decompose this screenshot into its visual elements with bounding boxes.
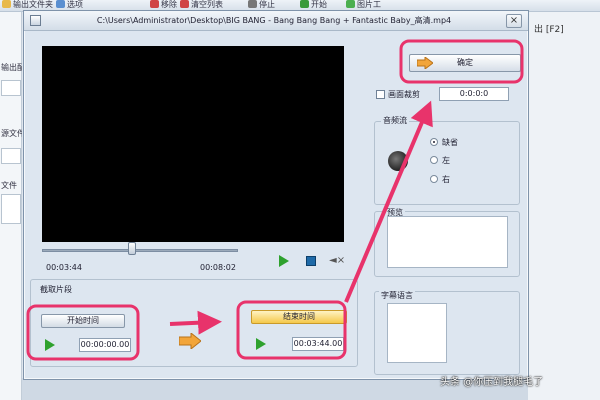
end-time-button[interactable]: 结束时间 (251, 310, 347, 324)
play-icon (279, 255, 289, 267)
crop-field[interactable]: 0:0:0:0 (439, 87, 509, 101)
trim-legend: 截取片段 (38, 284, 74, 295)
stop-button[interactable] (304, 254, 318, 268)
radio-default[interactable] (430, 138, 438, 146)
radio-right-label: 右 (442, 175, 450, 184)
left-panel-button-2[interactable] (1, 148, 21, 164)
arrow-right-icon (179, 333, 201, 349)
subtitle-list[interactable] (387, 303, 447, 363)
dialog-title: C:\Users\Administrator\Desktop\BIG BANG … (96, 16, 452, 25)
background-left-panel: 输出配 源文件 文件 (0, 12, 22, 400)
audio-stream-legend: 音频流 (381, 115, 409, 126)
start-time-button[interactable]: 开始时间 (41, 314, 125, 328)
seek-slider-thumb[interactable] (128, 242, 136, 255)
window-icon (30, 15, 41, 26)
options-icon (56, 0, 65, 8)
seek-track[interactable] (42, 249, 238, 252)
background-right-panel: 出 [F2] (528, 12, 600, 400)
stop-icon (248, 0, 257, 8)
start-time-field[interactable]: 00:00:00.00 (79, 338, 131, 352)
left-label-output-config: 输出配 (1, 63, 22, 72)
right-label-output-shortcut: 出 [F2] (534, 25, 564, 35)
clear-list-icon (180, 0, 189, 8)
radio-default-label: 缺省 (442, 138, 458, 147)
left-label-file: 文件 (1, 181, 17, 190)
remove-icon (150, 0, 159, 8)
left-label-source-file: 源文件 (1, 129, 22, 138)
left-file-list[interactable] (1, 194, 21, 224)
picture-tool-icon (346, 0, 355, 8)
stop-icon (306, 256, 316, 266)
play-icon (45, 339, 55, 351)
radio-right[interactable] (430, 175, 438, 183)
volume-button[interactable]: ◄× (329, 254, 346, 268)
speaker-mute-icon: ◄× (329, 255, 346, 266)
start-icon (300, 0, 309, 8)
folder-icon (2, 0, 11, 8)
speaker-icon (388, 151, 408, 171)
arrow-right-icon (417, 57, 433, 69)
crop-checkbox[interactable] (376, 90, 385, 99)
current-time: 00:03:44 (46, 263, 82, 272)
start-play-button[interactable] (43, 338, 57, 352)
dialog-titlebar[interactable]: C:\Users\Administrator\Desktop\BIG BANG … (24, 11, 528, 31)
video-preview (42, 46, 344, 242)
play-button[interactable] (277, 254, 291, 268)
radio-left[interactable] (430, 156, 438, 164)
trim-dialog: C:\Users\Administrator\Desktop\BIG BANG … (23, 10, 529, 380)
end-play-button[interactable] (254, 337, 268, 351)
total-time: 00:08:02 (200, 263, 236, 272)
crop-label: 画面裁剪 (388, 90, 420, 99)
left-panel-button[interactable] (1, 80, 21, 96)
subtitle-legend: 字幕语言 (379, 290, 415, 301)
watermark: 头条 @你压到我腿毛了 (440, 377, 544, 388)
close-button[interactable]: × (506, 14, 522, 28)
play-icon (256, 338, 266, 350)
preview-box (387, 216, 508, 268)
end-time-field[interactable]: 00:03:44.00 (292, 337, 344, 351)
radio-left-label: 左 (442, 156, 450, 165)
